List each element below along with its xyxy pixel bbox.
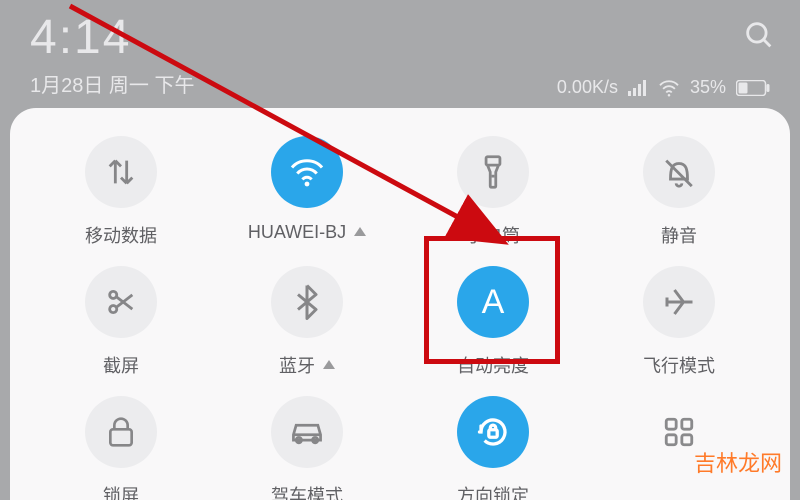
tile-label: 移动数据 bbox=[85, 222, 157, 248]
car-icon bbox=[271, 396, 343, 468]
lock-icon bbox=[85, 396, 157, 468]
airplane-icon bbox=[643, 266, 715, 338]
letter-a-icon: A bbox=[457, 266, 529, 338]
tile-label: 自动亮度 bbox=[457, 352, 529, 378]
bluetooth-icon bbox=[271, 266, 343, 338]
battery-pct: 35% bbox=[690, 77, 726, 98]
flashlight-icon bbox=[457, 136, 529, 208]
rotation-lock-icon bbox=[457, 396, 529, 468]
tile-label: 驾车模式 bbox=[271, 482, 343, 500]
tile-airplane[interactable]: 飞行模式 bbox=[586, 266, 772, 378]
tile-flashlight[interactable]: 手电筒 bbox=[400, 136, 586, 248]
tile-label: 方向锁定 bbox=[457, 482, 529, 500]
tile-label: 截屏 bbox=[103, 352, 139, 378]
tile-label: HUAWEI-BJ bbox=[248, 222, 366, 243]
chevron-down-icon bbox=[323, 360, 335, 369]
tile-label: 锁屏 bbox=[103, 482, 139, 500]
tile-label: 手电筒 bbox=[466, 222, 520, 248]
tile-rotation-lock[interactable]: 方向锁定 bbox=[400, 396, 586, 500]
grid-icon bbox=[643, 396, 715, 468]
battery-icon bbox=[736, 80, 770, 96]
tile-lock[interactable]: 锁屏 bbox=[28, 396, 214, 500]
search-icon[interactable] bbox=[742, 18, 776, 52]
tile-bluetooth[interactable]: 蓝牙 bbox=[214, 266, 400, 378]
quick-settings-panel: 移动数据 HUAWEI-BJ 手电筒 静音 截屏 bbox=[10, 108, 790, 500]
clock: 4:14 bbox=[30, 10, 770, 65]
bell-off-icon bbox=[643, 136, 715, 208]
wifi-status-icon bbox=[658, 79, 680, 97]
tile-mute[interactable]: 静音 bbox=[586, 136, 772, 248]
tile-screenshot[interactable]: 截屏 bbox=[28, 266, 214, 378]
status-indicators: 0.00K/s 35% bbox=[557, 77, 770, 98]
scissors-icon bbox=[85, 266, 157, 338]
tile-auto-brightness[interactable]: A 自动亮度 bbox=[400, 266, 586, 378]
tiles-grid: 移动数据 HUAWEI-BJ 手电筒 静音 截屏 bbox=[28, 136, 772, 500]
chevron-down-icon bbox=[354, 227, 366, 236]
tile-label: 飞行模式 bbox=[643, 352, 715, 378]
net-speed: 0.00K/s bbox=[557, 77, 618, 98]
tile-label: 蓝牙 bbox=[279, 352, 335, 378]
tile-label: 静音 bbox=[661, 222, 697, 248]
status-bar: 4:14 1月28日 周一 下午 0.00K/s 35% bbox=[0, 0, 800, 110]
tile-mobile-data[interactable]: 移动数据 bbox=[28, 136, 214, 248]
tile-wifi[interactable]: HUAWEI-BJ bbox=[214, 136, 400, 248]
signal-icon bbox=[628, 80, 648, 96]
wifi-icon bbox=[271, 136, 343, 208]
tile-grid-menu[interactable] bbox=[586, 396, 772, 500]
data-arrows-icon bbox=[85, 136, 157, 208]
tile-driving-mode[interactable]: 驾车模式 bbox=[214, 396, 400, 500]
